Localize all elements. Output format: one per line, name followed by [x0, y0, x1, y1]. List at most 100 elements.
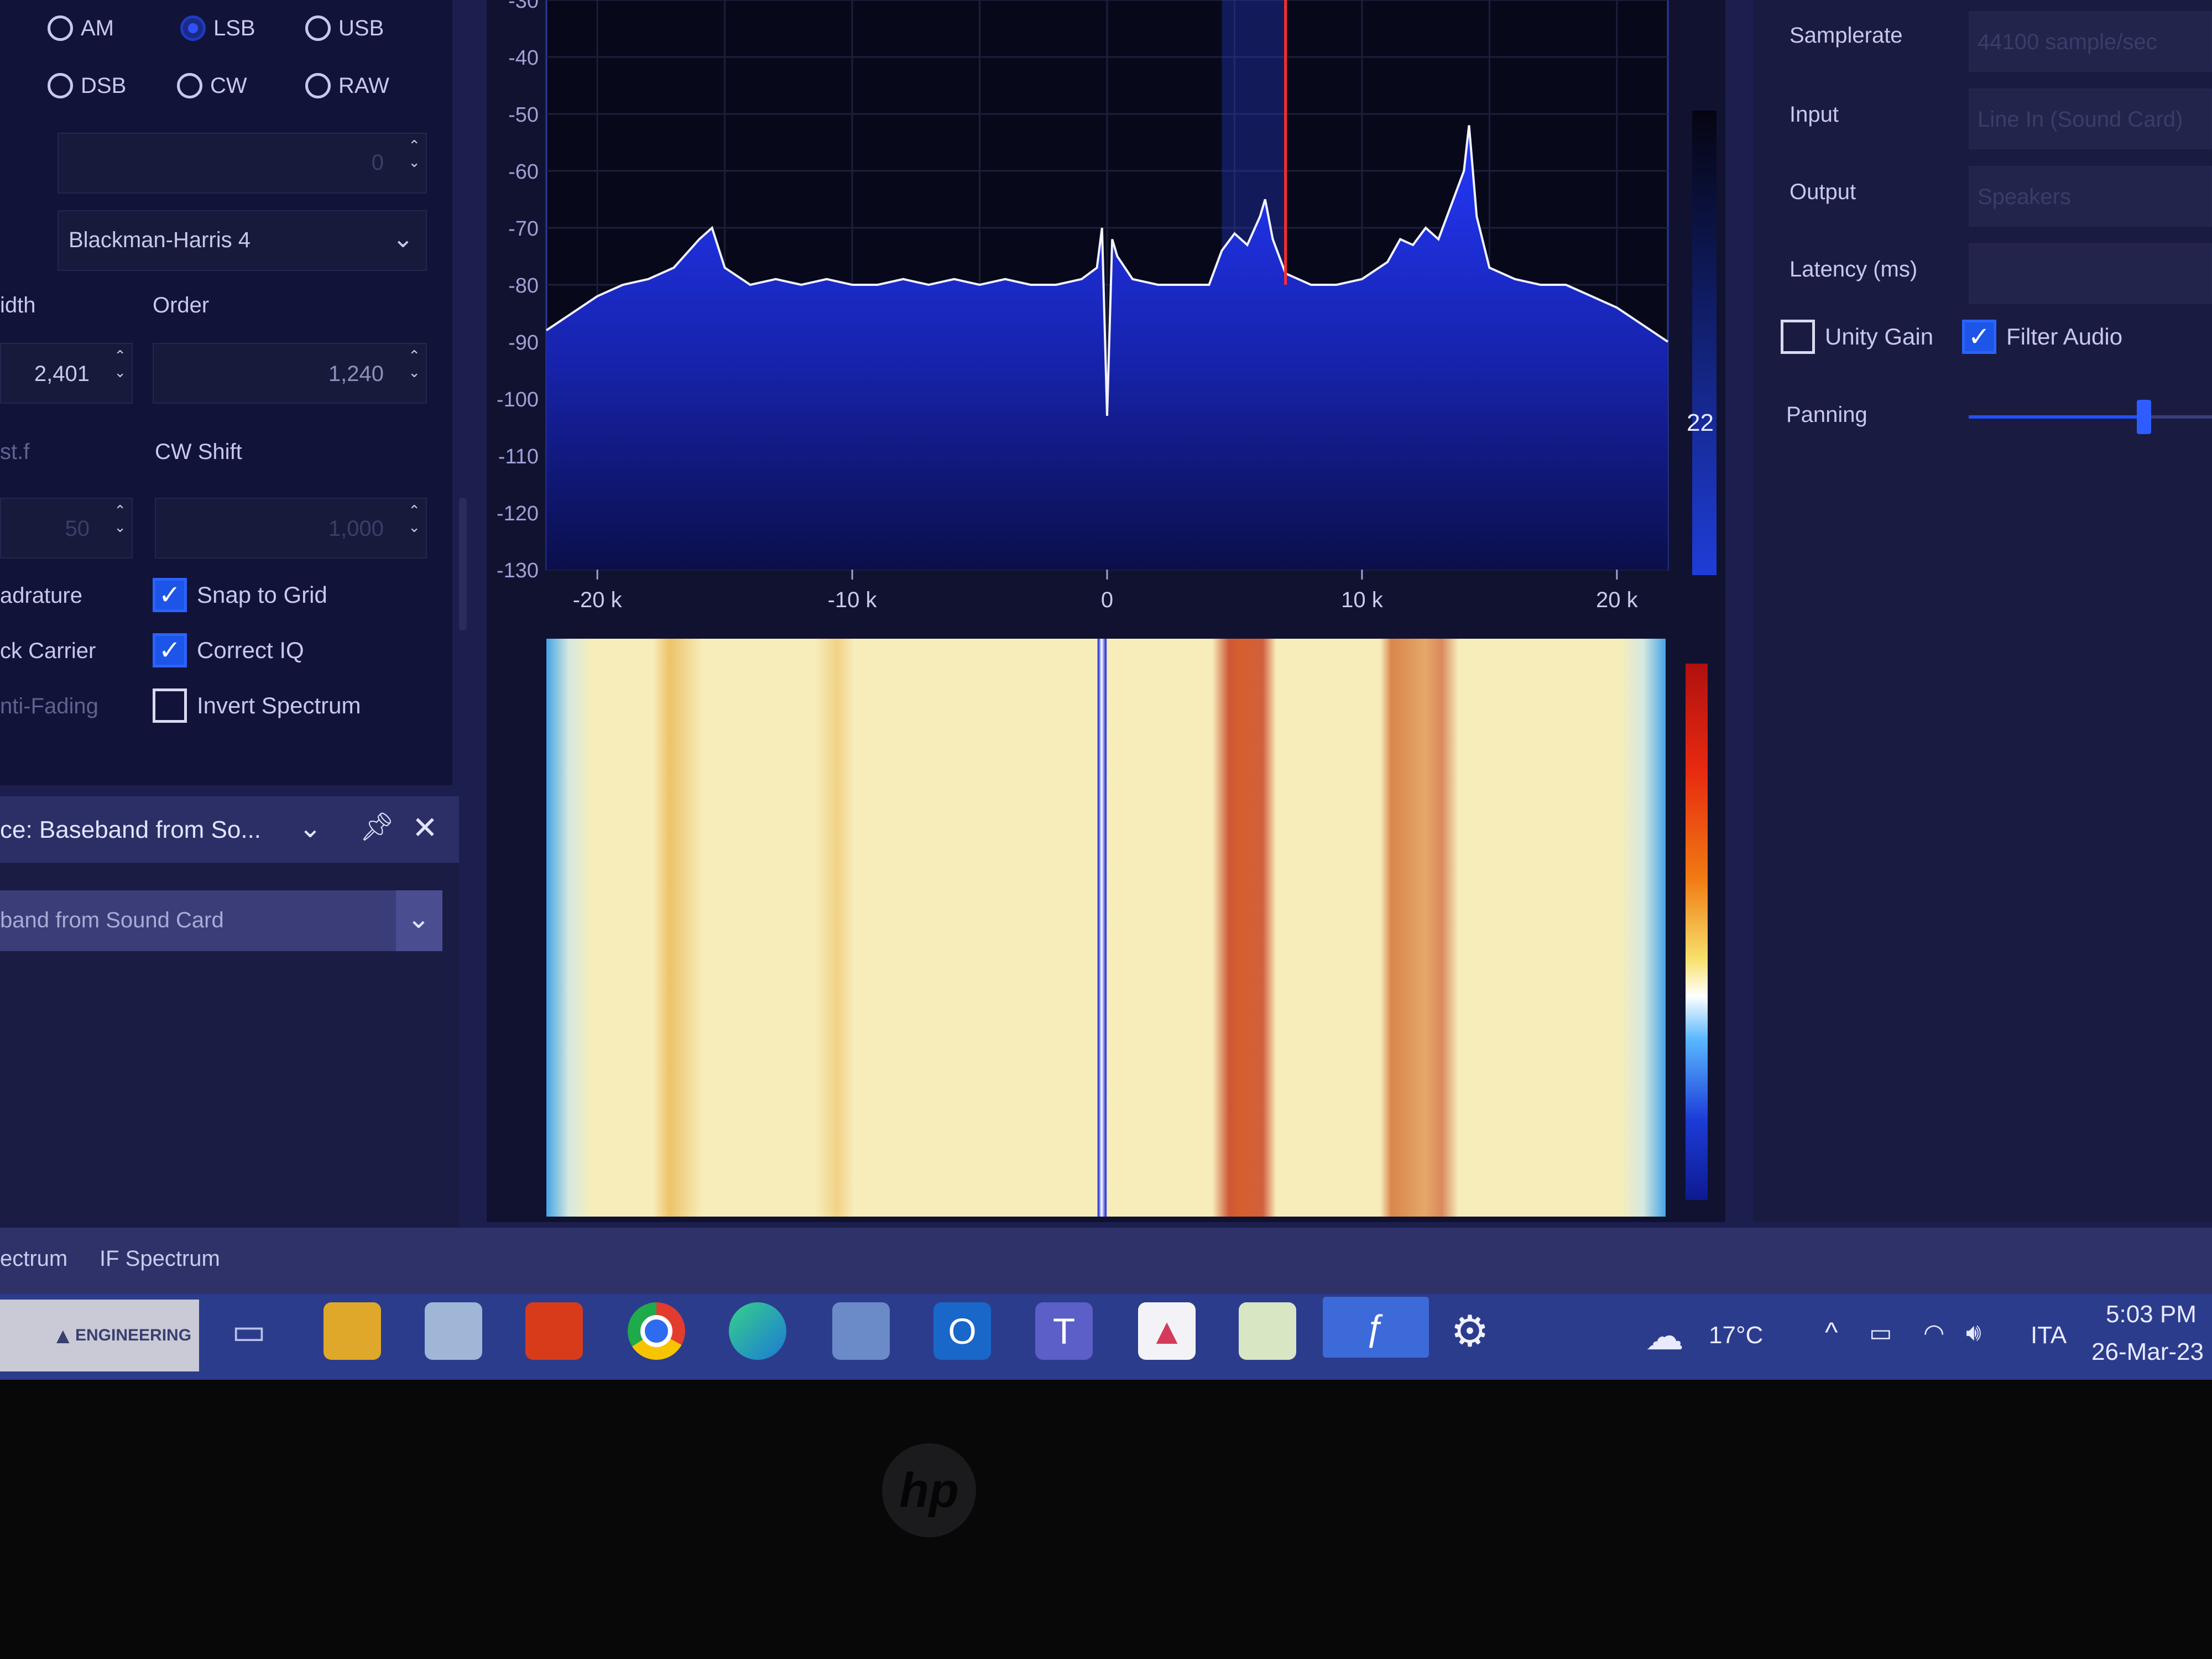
- mode-dsb-radio[interactable]: DSB: [48, 73, 126, 98]
- mode-lsb-radio[interactable]: LSB: [180, 15, 255, 41]
- quadrature-checkbox-label[interactable]: adrature: [0, 583, 82, 608]
- filter-audio-checkbox[interactable]: ✓ Filter Audio: [1962, 320, 2122, 354]
- level-meter-value: 22: [1687, 409, 1714, 436]
- checkmark-icon: ✓: [1962, 320, 1996, 354]
- level-meter: [1692, 111, 1717, 575]
- latency-label: Latency (ms): [1790, 257, 1918, 281]
- y-tick-label: -130: [497, 559, 539, 582]
- bottom-tab-bar: ectrum IF Spectrum: [0, 1228, 2212, 1294]
- input-select[interactable]: Line In (Sound Card): [1969, 88, 2212, 149]
- shift-label: st.f: [0, 440, 30, 464]
- spinner[interactable]: ⌃ ⌄: [408, 348, 420, 379]
- waterfall[interactable]: [546, 639, 1666, 1217]
- notepad-icon[interactable]: [1239, 1302, 1296, 1360]
- task-view-icon[interactable]: ▭: [220, 1302, 278, 1360]
- app-icon[interactable]: ▲: [1138, 1302, 1196, 1360]
- samplerate-field[interactable]: 44100 sample/sec: [1969, 11, 2212, 72]
- demodulator-panel: AM LSB USB DSB CW RAW 0 ⌃ ⌄ Blackman-Harr…: [0, 0, 452, 785]
- input-label: Input: [1790, 102, 1839, 127]
- x-tick-label: -10 k: [828, 588, 878, 612]
- tab-if-spectrum[interactable]: IF Spectrum: [100, 1246, 220, 1271]
- source-panel-title: ce: Baseband from So...: [0, 816, 262, 843]
- chevron-down-icon: ⌄: [392, 224, 414, 253]
- source-select[interactable]: band from Sound Card ⌄: [0, 890, 442, 951]
- radio-icon: [305, 73, 331, 98]
- battery-icon[interactable]: ▭: [1869, 1319, 1892, 1347]
- filter-order-field[interactable]: 1,240 ⌃ ⌄: [153, 343, 427, 404]
- y-tick-label: -40: [508, 46, 539, 70]
- spinner[interactable]: ⌃ ⌄: [408, 503, 420, 534]
- clock-time[interactable]: 5:03 PM: [2106, 1301, 2197, 1328]
- mode-cw-radio[interactable]: CW: [177, 73, 247, 98]
- anti-fading-checkbox-label[interactable]: nti-Fading: [0, 694, 98, 719]
- app-icon[interactable]: [425, 1302, 482, 1360]
- chrome-icon[interactable]: [628, 1302, 685, 1360]
- file-explorer-icon[interactable]: [324, 1302, 381, 1360]
- wifi-icon[interactable]: ◠: [1923, 1319, 1944, 1347]
- settings-gear-icon[interactable]: ⚙: [1441, 1302, 1499, 1360]
- filter-width-field[interactable]: 2,401 ⌃ ⌄: [0, 343, 133, 404]
- y-tick-label: -30: [508, 0, 539, 13]
- spinner[interactable]: ⌃ ⌄: [114, 503, 126, 534]
- filter-width-label: idth: [0, 293, 36, 317]
- dropdown-button[interactable]: ⌄: [396, 890, 442, 951]
- window-type-select[interactable]: Blackman-Harris 4 ⌄: [58, 210, 427, 271]
- checkmark-icon: ✓: [153, 633, 187, 667]
- taskbar-brand[interactable]: ▲ ENGINEERING: [0, 1300, 199, 1371]
- radio-icon: [48, 15, 73, 41]
- input-language[interactable]: ITA: [2031, 1322, 2067, 1349]
- spinner[interactable]: ⌃ ⌄: [408, 138, 420, 169]
- output-select[interactable]: Speakers: [1969, 166, 2212, 227]
- close-icon[interactable]: ✕: [412, 810, 438, 846]
- mode-raw-radio[interactable]: RAW: [305, 73, 389, 98]
- y-tick-label: -70: [508, 217, 539, 241]
- weather-temperature[interactable]: 17°C: [1709, 1322, 1763, 1349]
- y-tick-label: -90: [508, 331, 539, 354]
- y-tick-label: -100: [497, 388, 539, 411]
- chevron-down-icon: ⌄: [408, 364, 420, 380]
- app-icon[interactable]: [832, 1302, 890, 1360]
- brand-logo-icon: ▲: [52, 1324, 74, 1348]
- weather-cloud-icon[interactable]: ☁: [1645, 1313, 1684, 1359]
- snap-to-grid-checkbox[interactable]: ✓ Snap to Grid: [153, 578, 327, 612]
- correct-iq-checkbox[interactable]: ✓ Correct IQ: [153, 633, 304, 667]
- chevron-up-icon[interactable]: ^: [1825, 1316, 1838, 1348]
- office-icon[interactable]: [525, 1302, 583, 1360]
- slider-thumb[interactable]: [2136, 400, 2151, 434]
- panel-splitter[interactable]: [459, 498, 467, 630]
- samplerate-label: Samplerate: [1790, 23, 1903, 48]
- cw-shift-label: CW Shift: [155, 440, 242, 464]
- edge-icon[interactable]: [729, 1302, 786, 1360]
- outlook-icon[interactable]: O: [933, 1302, 991, 1360]
- cw-shift-field[interactable]: 1,000 ⌃ ⌄: [155, 498, 427, 559]
- clock-date[interactable]: 26-Mar-23: [2091, 1338, 2204, 1366]
- unity-gain-checkbox[interactable]: Unity Gain: [1781, 320, 1933, 354]
- chevron-down-icon: ⌄: [114, 519, 126, 535]
- spectrum-chart[interactable]: -30 -40 -50 -60 -70 -80 -90 -100 -110 -120 -130 -20…: [487, 0, 1725, 630]
- chevron-up-icon: ⌃: [114, 347, 126, 364]
- mode-am-radio[interactable]: AM: [48, 15, 114, 41]
- mode-usb-radio[interactable]: USB: [305, 15, 384, 41]
- tab-spectrum[interactable]: ectrum: [0, 1246, 67, 1271]
- sdr-app-icon[interactable]: ƒ: [1323, 1297, 1429, 1358]
- invert-spectrum-checkbox[interactable]: Invert Spectrum: [153, 688, 361, 723]
- chevron-down-icon: ⌄: [408, 519, 420, 535]
- chevron-down-icon[interactable]: ⌄: [299, 812, 322, 844]
- latency-field[interactable]: [1969, 243, 2212, 304]
- spinner[interactable]: ⌃ ⌄: [114, 348, 126, 379]
- chevron-up-icon: ⌃: [408, 347, 420, 364]
- volume-icon[interactable]: 🔊︎: [1966, 1319, 1981, 1347]
- shift-field[interactable]: 50 ⌃ ⌄: [0, 498, 133, 559]
- radio-icon: [48, 73, 73, 98]
- chevron-up-icon: ⌃: [408, 137, 420, 154]
- pin-icon[interactable]: 📌︎: [359, 811, 394, 843]
- output-label: Output: [1790, 180, 1856, 204]
- checkbox-icon: [1781, 320, 1815, 354]
- panning-slider[interactable]: [1969, 390, 2212, 445]
- teams-icon[interactable]: T: [1035, 1302, 1093, 1360]
- lock-carrier-checkbox-label[interactable]: ck Carrier: [0, 639, 96, 664]
- spectrum-panel: -30 -40 -50 -60 -70 -80 -90 -100 -110 -120 -130 -20…: [487, 0, 1725, 1222]
- slider-fill: [1969, 415, 2144, 419]
- filter-bandwidth-field[interactable]: 0 ⌃ ⌄: [58, 133, 427, 194]
- source-panel-header: ce: Baseband from So... ⌄ 📌︎ ✕: [0, 796, 459, 863]
